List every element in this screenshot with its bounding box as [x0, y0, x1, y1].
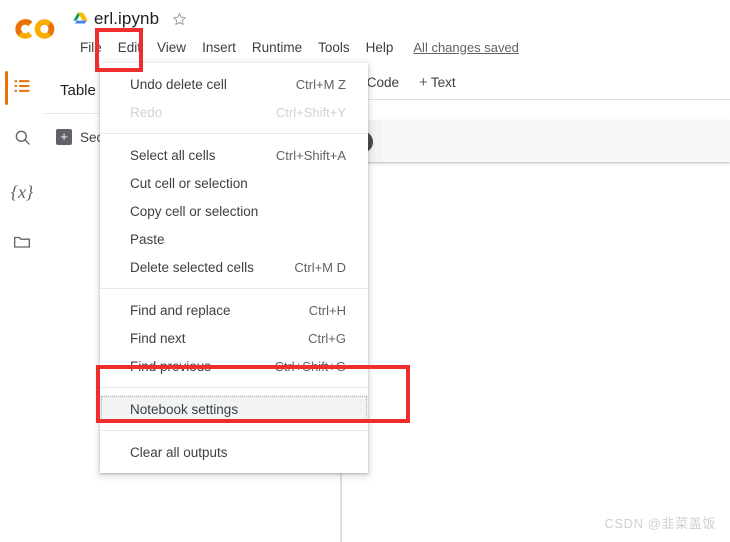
menu-edit[interactable]: Edit — [109, 37, 150, 57]
menu-item-accelerator: Ctrl+H — [308, 302, 346, 318]
document-title[interactable]: erl.ipynb — [94, 9, 159, 29]
menu-item-accelerator: Ctrl+Shift+A — [275, 147, 346, 163]
left-icon-rail: {x} — [0, 66, 44, 542]
menu-insert[interactable]: Insert — [194, 38, 244, 57]
menu-item-delete-selected-cells[interactable]: Delete selected cells Ctrl+M D — [100, 253, 368, 281]
menu-item-label: Copy cell or selection — [130, 203, 259, 219]
menu-item-clear-all-outputs[interactable]: Clear all outputs — [100, 438, 368, 466]
menu-separator — [100, 430, 368, 431]
colab-logo[interactable] — [12, 14, 60, 44]
menu-item-notebook-settings[interactable]: Notebook settings — [100, 395, 368, 423]
notebook-area: + Code +Text — [341, 66, 730, 542]
menu-item-label: Paste — [130, 231, 165, 247]
menu-item-label: Find previous — [130, 358, 212, 374]
document-title-row: erl.ipynb — [72, 6, 188, 32]
menu-item-redo: Redo Ctrl+Shift+Y — [100, 98, 368, 126]
google-drive-icon — [72, 11, 94, 27]
files-folder-icon — [12, 232, 32, 257]
notebook-toolbar: + Code +Text — [341, 66, 730, 100]
menu-item-find-and-replace[interactable]: Find and replace Ctrl+H — [100, 296, 368, 324]
menu-separator — [100, 387, 368, 388]
edit-menu-dropdown: Undo delete cell Ctrl+M Z Redo Ctrl+Shif… — [100, 63, 368, 473]
save-status-link[interactable]: All changes saved — [413, 40, 519, 55]
code-cell[interactable] — [341, 121, 730, 162]
menu-file[interactable]: File — [72, 38, 110, 57]
menu-item-accelerator: Ctrl+Shift+G — [274, 358, 346, 374]
menu-item-label: Find next — [130, 330, 186, 346]
table-of-contents-icon — [12, 76, 32, 101]
menu-item-copy-cell-or-selection[interactable]: Copy cell or selection — [100, 197, 368, 225]
rail-button-variables[interactable]: {x} — [0, 170, 44, 214]
menu-help[interactable]: Help — [358, 38, 402, 57]
watermark-text: CSDN @韭菜盖饭 — [604, 516, 716, 531]
menu-item-accelerator: Ctrl+Shift+Y — [275, 104, 346, 120]
menu-item-undo-delete-cell[interactable]: Undo delete cell Ctrl+M Z — [100, 70, 368, 98]
menu-bar: File Edit View Insert Runtime Tools Help… — [72, 36, 519, 58]
menu-item-accelerator: Ctrl+M Z — [295, 76, 346, 92]
menu-item-accelerator: Ctrl+M D — [294, 259, 346, 275]
rail-button-table-of-contents[interactable] — [0, 66, 44, 110]
menu-item-label: Find and replace — [130, 302, 231, 318]
menu-item-label: Notebook settings — [130, 401, 239, 417]
add-text-cell-button[interactable]: + Text — [413, 72, 462, 93]
rail-button-search[interactable] — [0, 118, 44, 162]
menu-view[interactable]: View — [149, 38, 194, 57]
search-icon — [13, 128, 32, 152]
menu-separator — [100, 133, 368, 134]
add-code-label: Code — [366, 75, 400, 90]
menu-item-accelerator: Ctrl+G — [308, 330, 346, 346]
menu-item-paste[interactable]: Paste — [100, 225, 368, 253]
rail-button-files[interactable] — [0, 222, 44, 266]
variables-icon: {x} — [10, 181, 34, 202]
menu-item-label: Select all cells — [130, 147, 216, 163]
add-section-plus-icon[interactable]: + — [56, 129, 72, 145]
menu-separator — [100, 288, 368, 289]
menu-item-label: Clear all outputs — [130, 444, 228, 460]
menu-item-find-next[interactable]: Find next Ctrl+G — [100, 324, 368, 352]
colab-app-window: erl.ipynb File Edit View Insert Runtime … — [0, 0, 730, 542]
star-outline-icon[interactable] — [159, 11, 188, 28]
menu-item-cut-cell-or-selection[interactable]: Cut cell or selection — [100, 169, 368, 197]
add-text-label: Text — [430, 75, 456, 90]
menu-tools[interactable]: Tools — [310, 38, 358, 57]
app-header: erl.ipynb File Edit View Insert Runtime … — [0, 0, 730, 66]
plus-icon-text: + — [419, 74, 428, 91]
menu-item-label: Undo delete cell — [130, 76, 227, 92]
menu-item-label: Redo — [130, 104, 163, 120]
menu-item-label: Delete selected cells — [130, 259, 254, 275]
menu-item-find-previous[interactable]: Find previous Ctrl+Shift+G — [100, 352, 368, 380]
menu-runtime[interactable]: Runtime — [244, 38, 310, 57]
menu-item-label: Cut cell or selection — [130, 175, 248, 191]
menu-item-select-all-cells[interactable]: Select all cells Ctrl+Shift+A — [100, 141, 368, 169]
